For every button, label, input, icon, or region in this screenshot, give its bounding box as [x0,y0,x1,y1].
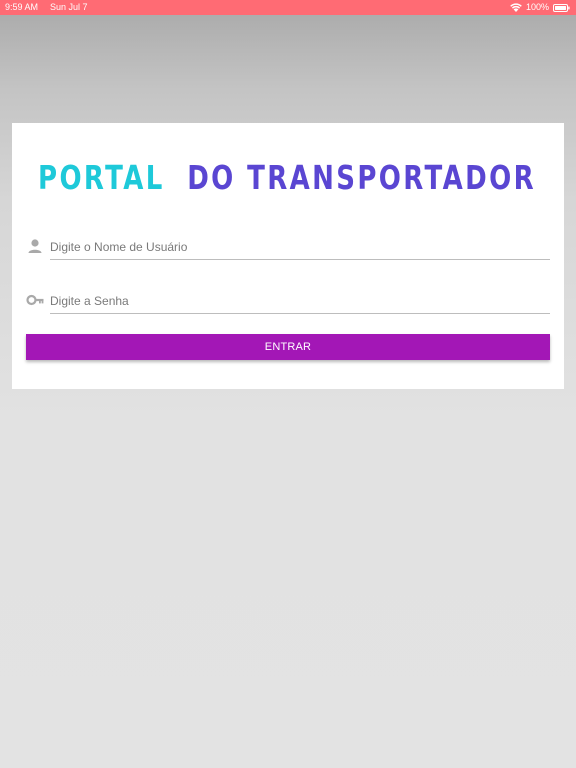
status-bar: 9:59 AM Sun Jul 7 100% [0,0,576,15]
username-field [26,231,550,261]
logo-part1: PORTAL [38,158,165,197]
svg-text:PORTAL DO TRANSPORTADOR: PORTAL DO TRANSPORTADOR [38,158,536,197]
battery-percentage: 100% [525,2,549,12]
key-icon [26,294,44,306]
status-date: Sun Jul 7 [50,2,88,12]
battery-full-icon [553,3,570,12]
password-input[interactable] [50,291,550,314]
portal-logo: PORTAL DO TRANSPORTADOR [38,158,536,197]
login-card: PORTAL DO TRANSPORTADOR ENTRAR [12,123,564,389]
person-icon [28,239,42,253]
enter-button[interactable]: ENTRAR [26,334,550,360]
status-indicators: 100% [510,0,570,15]
username-input[interactable] [50,237,550,260]
wifi-icon [510,3,522,12]
logo-part2: DO TRANSPORTADOR [187,158,536,197]
password-field [26,285,550,315]
status-time: 9:59 AM [5,2,39,12]
